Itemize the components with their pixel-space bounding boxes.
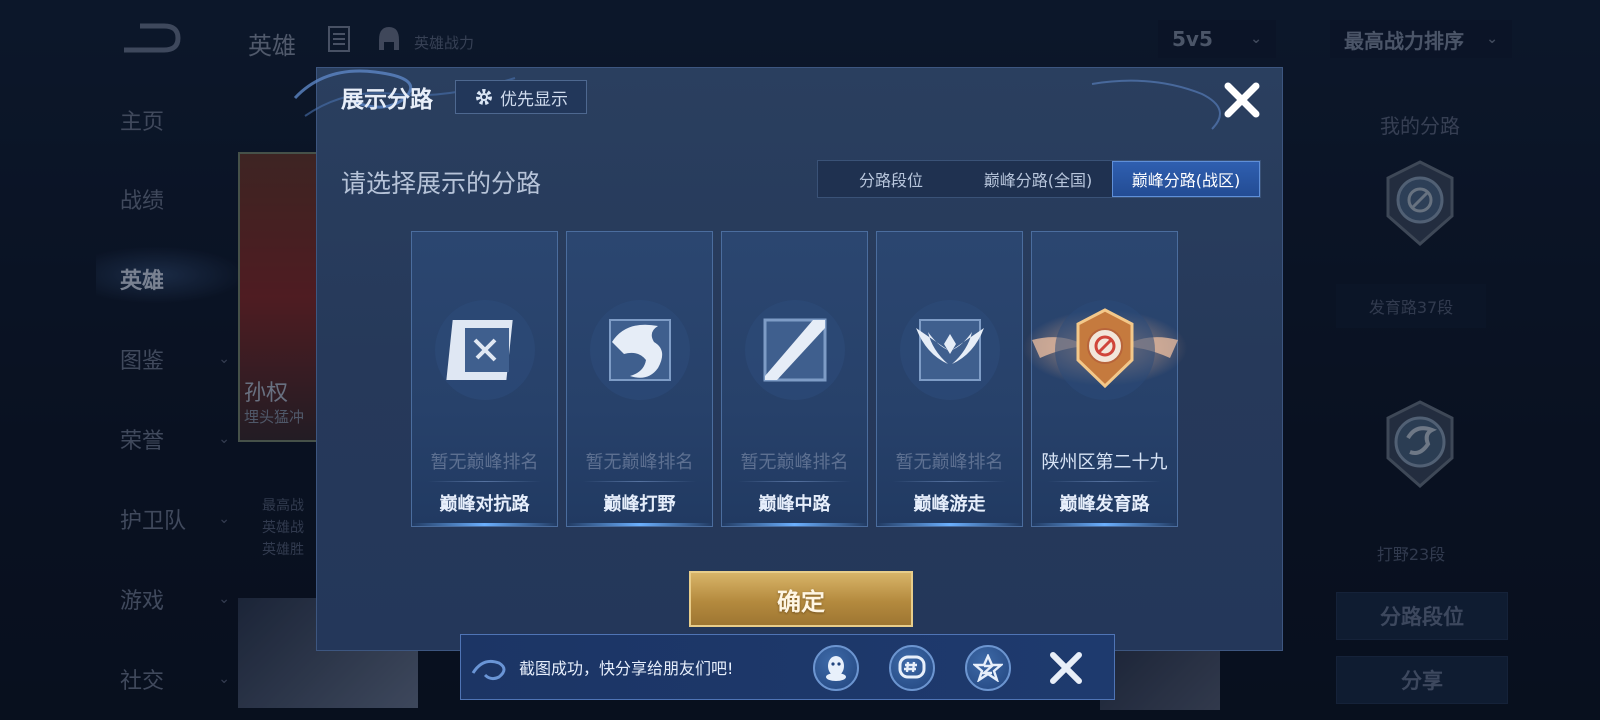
wechat-moments-icon: [898, 655, 926, 679]
qq-icon: [826, 656, 846, 681]
divider: [1048, 481, 1161, 482]
moments-share-button[interactable]: [889, 645, 935, 691]
dialog-subtitle: 请选择展示的分路: [341, 169, 542, 198]
lane-card-farm[interactable]: 陕州区第二十九 巅峰发育路: [1023, 231, 1187, 527]
jungle-dragon-icon: [590, 300, 690, 400]
lane-card-roam[interactable]: 暂无巅峰排名 巅峰游走: [876, 231, 1023, 527]
farm-lane-gold-badge-icon: [1023, 300, 1187, 400]
close-icon[interactable]: [1222, 80, 1262, 120]
lane-card-rank: 暂无巅峰排名: [740, 452, 849, 473]
divider: [428, 481, 541, 482]
lane-card-rank: 暂无巅峰排名: [430, 452, 539, 473]
screenshot-share-toast: 截图成功，快分享给朋友们吧!: [460, 634, 1115, 700]
gear-icon: [476, 89, 492, 105]
tab-peak-national[interactable]: 巅峰分路(全国): [964, 161, 1112, 197]
confirm-button[interactable]: 确定: [689, 571, 913, 627]
lane-type-tabs: 分路段位 巅峰分路(全国) 巅峰分路(战区): [817, 160, 1261, 198]
dialog-title: 展示分路: [341, 87, 433, 113]
priority-display-label: 优先显示: [500, 89, 568, 110]
lane-card-name: 巅峰发育路: [1059, 494, 1150, 515]
lane-display-dialog: 展示分路 优先显示 请选择展示的分路 分路段位 巅峰分路(全国) 巅峰分路(战区…: [293, 67, 1283, 651]
lane-card-mid[interactable]: 暂无巅峰排名 巅峰中路: [721, 231, 868, 527]
tab-peak-region[interactable]: 巅峰分路(战区): [1112, 161, 1260, 197]
qq-share-button[interactable]: [813, 645, 859, 691]
divider: [738, 481, 851, 482]
lane-card-name: 巅峰游走: [913, 494, 986, 515]
lane-card-name: 巅峰打野: [603, 494, 676, 515]
mid-lane-icon: [745, 300, 845, 400]
lane-card-rank: 暂无巅峰排名: [585, 452, 694, 473]
qzone-icon: [973, 654, 1003, 682]
qzone-share-button[interactable]: [965, 645, 1011, 691]
priority-display-button[interactable]: 优先显示: [455, 80, 587, 114]
lane-card-jungle[interactable]: 暂无巅峰排名 巅峰打野: [566, 231, 713, 527]
roam-wings-icon: [900, 300, 1000, 400]
lane-card-rank: 陕州区第二十九: [1041, 452, 1168, 473]
lane-card-name: 巅峰对抗路: [439, 494, 530, 515]
decorative-swirl-icon: [471, 659, 506, 681]
lane-card-name: 巅峰中路: [758, 494, 831, 515]
lane-card-clash[interactable]: 暂无巅峰排名 巅峰对抗路: [411, 231, 558, 527]
divider: [583, 481, 696, 482]
divider: [893, 481, 1006, 482]
tab-lane-rank[interactable]: 分路段位: [818, 161, 964, 197]
close-icon[interactable]: [1047, 649, 1085, 687]
toast-message: 截图成功，快分享给朋友们吧!: [519, 659, 734, 678]
lane-card-rank: 暂无巅峰排名: [895, 452, 1004, 473]
clash-lane-icon: [435, 300, 535, 400]
